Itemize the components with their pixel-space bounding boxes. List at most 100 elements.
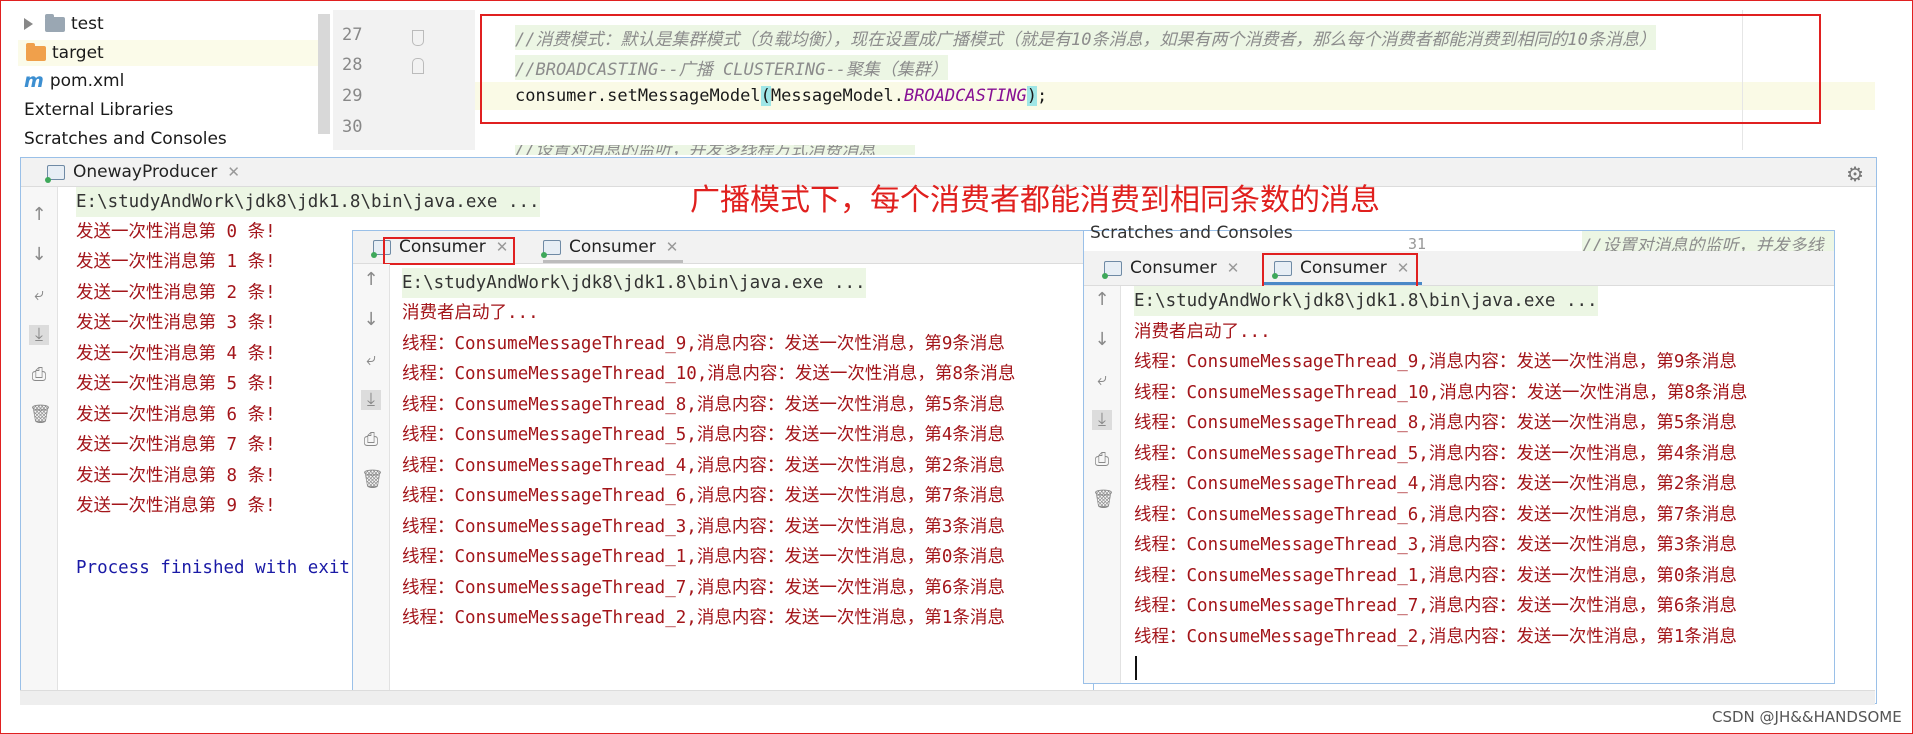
tree-item-test[interactable]: test xyxy=(18,11,104,37)
thread-name: ConsumeMessageThread_8 xyxy=(454,395,687,415)
tree-item-pom[interactable]: m pom.xml xyxy=(18,68,124,94)
thread-name: ConsumeMessageThread_9 xyxy=(454,334,687,354)
consumer2-output-line: 线程：ConsumeMessageThread_8,消息内容：发送一次性消息，第… xyxy=(1134,408,1737,438)
consumer1-output-line: 线程：ConsumeMessageThread_1,消息内容：发送一次性消息，第… xyxy=(402,542,1005,572)
scroll-to-end-icon[interactable]: ⤓ xyxy=(361,390,381,410)
output-prefix: 线程： xyxy=(1134,596,1187,616)
thread-name: ConsumeMessageThread_9 xyxy=(1186,352,1419,372)
trash-icon[interactable]: 🗑 xyxy=(29,405,52,425)
line-number: 29 xyxy=(342,86,363,106)
gear-icon[interactable]: ⚙ xyxy=(1846,162,1864,186)
thread-name: ConsumeMessageThread_6 xyxy=(454,486,687,506)
tab-label: Consumer xyxy=(569,237,656,257)
trash-icon[interactable]: 🗑 xyxy=(361,470,384,490)
arrow-up-icon[interactable]: ↑ xyxy=(29,205,49,225)
bottom-tool-strip xyxy=(20,690,1875,705)
thread-name: ConsumeMessageThread_7 xyxy=(454,578,687,598)
arrow-down-icon[interactable]: ↓ xyxy=(29,245,49,265)
tree-item-scratches[interactable]: Scratches and Consoles xyxy=(18,126,227,152)
close-icon[interactable]: ✕ xyxy=(227,163,240,181)
expand-arrow-icon[interactable] xyxy=(24,18,33,30)
output-prefix: 线程： xyxy=(402,547,455,567)
consumer1-output-line: 线程：ConsumeMessageThread_8,消息内容：发送一次性消息，第… xyxy=(402,390,1005,420)
output-prefix: 线程： xyxy=(402,486,455,506)
print-icon[interactable]: ⎙ xyxy=(1092,450,1112,470)
message-text: ,消息内容：发送一次性消息，第5条消息 xyxy=(1418,413,1737,433)
output-prefix: 线程： xyxy=(402,395,455,415)
consumer1-output-line: 线程：ConsumeMessageThread_5,消息内容：发送一次性消息，第… xyxy=(402,420,1005,450)
watermark-text: CSDN @JH&&HANDSOME xyxy=(1712,708,1902,726)
line-number: 27 xyxy=(342,25,363,45)
tree-item-target[interactable]: target xyxy=(18,40,326,66)
output-prefix: 线程： xyxy=(402,578,455,598)
message-text: ,消息内容：发送一次性消息，第8条消息 xyxy=(696,364,1016,384)
fold-marker-icon[interactable] xyxy=(412,30,424,46)
soft-wrap-icon[interactable]: ⤶ xyxy=(361,350,381,370)
consumer2-output-line: 线程：ConsumeMessageThread_3,消息内容：发送一次性消息，第… xyxy=(1134,530,1737,560)
message-text: ,消息内容：发送一次性消息，第9条消息 xyxy=(1418,352,1737,372)
run-toolbar: ↑ ↓ ⤶ ⤓ ⎙ 🗑 xyxy=(1084,286,1121,683)
thread-name: ConsumeMessageThread_2 xyxy=(1186,627,1419,647)
output-prefix: 线程： xyxy=(1134,413,1187,433)
run-toolbar: ↑ ↓ ⤶ ⤓ ⎙ 🗑 xyxy=(353,264,390,693)
producer-output-line: 发送一次性消息第 5 条! xyxy=(76,374,276,394)
output-prefix: 线程： xyxy=(1134,383,1187,403)
consumer2-output-line: 线程：ConsumeMessageThread_7,消息内容：发送一次性消息，第… xyxy=(1134,591,1737,621)
text-caret xyxy=(1135,656,1137,680)
consumer2-output-line: 线程：ConsumeMessageThread_2,消息内容：发送一次性消息，第… xyxy=(1134,622,1737,652)
output-prefix: 线程： xyxy=(1134,505,1187,525)
consumer1-started-text: 消费者启动了... xyxy=(402,303,539,323)
line-number: 30 xyxy=(342,117,363,137)
consumer2-output-line: 线程：ConsumeMessageThread_5,消息内容：发送一次性消息，第… xyxy=(1134,439,1737,469)
message-text: ,消息内容：发送一次性消息，第4条消息 xyxy=(1418,444,1737,464)
arrow-up-icon[interactable]: ↑ xyxy=(361,270,381,290)
output-prefix: 线程： xyxy=(1134,444,1187,464)
producer-output-line: 发送一次性消息第 7 条! xyxy=(76,435,276,455)
tab-consumer-2[interactable]: Consumer ✕ xyxy=(541,233,679,261)
consumer1-output-line: 线程：ConsumeMessageThread_3,消息内容：发送一次性消息，第… xyxy=(402,512,1005,542)
scroll-to-end-icon[interactable]: ⤓ xyxy=(29,325,49,345)
producer-output-line: 发送一次性消息第 6 条! xyxy=(76,405,276,425)
output-prefix: 线程： xyxy=(402,608,455,628)
thread-name: ConsumeMessageThread_1 xyxy=(454,547,687,567)
producer-output-line: 发送一次性消息第 0 条! xyxy=(76,222,276,242)
consumer2-output-line: 线程：ConsumeMessageThread_4,消息内容：发送一次性消息，第… xyxy=(1134,469,1737,499)
producer-command-line: E:\studyAndWork\jdk8\jdk1.8\bin\java.exe… xyxy=(76,187,540,217)
annotation-text: 广播模式下，每个消费者都能消费到相同条数的消息 xyxy=(690,183,1380,218)
output-prefix: 线程： xyxy=(402,364,455,384)
message-text: ,消息内容：发送一次性消息，第7条消息 xyxy=(686,486,1005,506)
consumer2-output-line: 线程：ConsumeMessageThread_6,消息内容：发送一次性消息，第… xyxy=(1134,500,1737,530)
message-text: ,消息内容：发送一次性消息，第7条消息 xyxy=(1418,505,1737,525)
message-text: ,消息内容：发送一次性消息，第4条消息 xyxy=(686,425,1005,445)
producer-output-line: 发送一次性消息第 9 条! xyxy=(76,496,276,516)
soft-wrap-icon[interactable]: ⤶ xyxy=(1092,370,1112,390)
thread-name: ConsumeMessageThread_3 xyxy=(454,517,687,537)
thread-name: ConsumeMessageThread_2 xyxy=(454,608,687,628)
scroll-to-end-icon[interactable]: ⤓ xyxy=(1092,410,1112,430)
fold-marker-icon[interactable] xyxy=(412,58,424,74)
tree-item-external-libraries[interactable]: External Libraries xyxy=(18,97,173,123)
message-text: ,消息内容：发送一次性消息，第8条消息 xyxy=(1428,383,1748,403)
arrow-down-icon[interactable]: ↓ xyxy=(1092,330,1112,350)
soft-wrap-icon[interactable]: ⤶ xyxy=(29,285,49,305)
arrow-down-icon[interactable]: ↓ xyxy=(361,310,381,330)
tab-oneway-producer[interactable]: OnewayProducer ✕ xyxy=(45,158,240,186)
arrow-up-icon[interactable]: ↑ xyxy=(1092,290,1112,310)
message-text: ,消息内容：发送一次性消息，第6条消息 xyxy=(686,578,1005,598)
tab-consumer-1[interactable]: Consumer ✕ xyxy=(1102,254,1240,282)
print-icon[interactable]: ⎙ xyxy=(361,430,381,450)
close-icon[interactable]: ✕ xyxy=(666,238,679,256)
close-icon[interactable]: ✕ xyxy=(1227,259,1240,277)
output-prefix: 线程： xyxy=(1134,352,1187,372)
consumer1-output-line: 线程：ConsumeMessageThread_10,消息内容：发送一次性消息，… xyxy=(402,359,1015,389)
project-tree-scrollbar[interactable] xyxy=(318,14,330,134)
tree-item-label: target xyxy=(52,43,104,63)
output-prefix: 线程： xyxy=(1134,474,1187,494)
console-icon xyxy=(45,164,65,183)
message-text: ,消息内容：发送一次性消息，第0条消息 xyxy=(686,547,1005,567)
run-toolbar: ↑ ↓ ⤶ ⤓ ⎙ 🗑 xyxy=(21,187,58,703)
print-icon[interactable]: ⎙ xyxy=(29,365,49,385)
consumer1-output-line: 线程：ConsumeMessageThread_2,消息内容：发送一次性消息，第… xyxy=(402,603,1005,633)
maven-icon: m xyxy=(24,70,44,92)
trash-icon[interactable]: 🗑 xyxy=(1092,490,1115,510)
